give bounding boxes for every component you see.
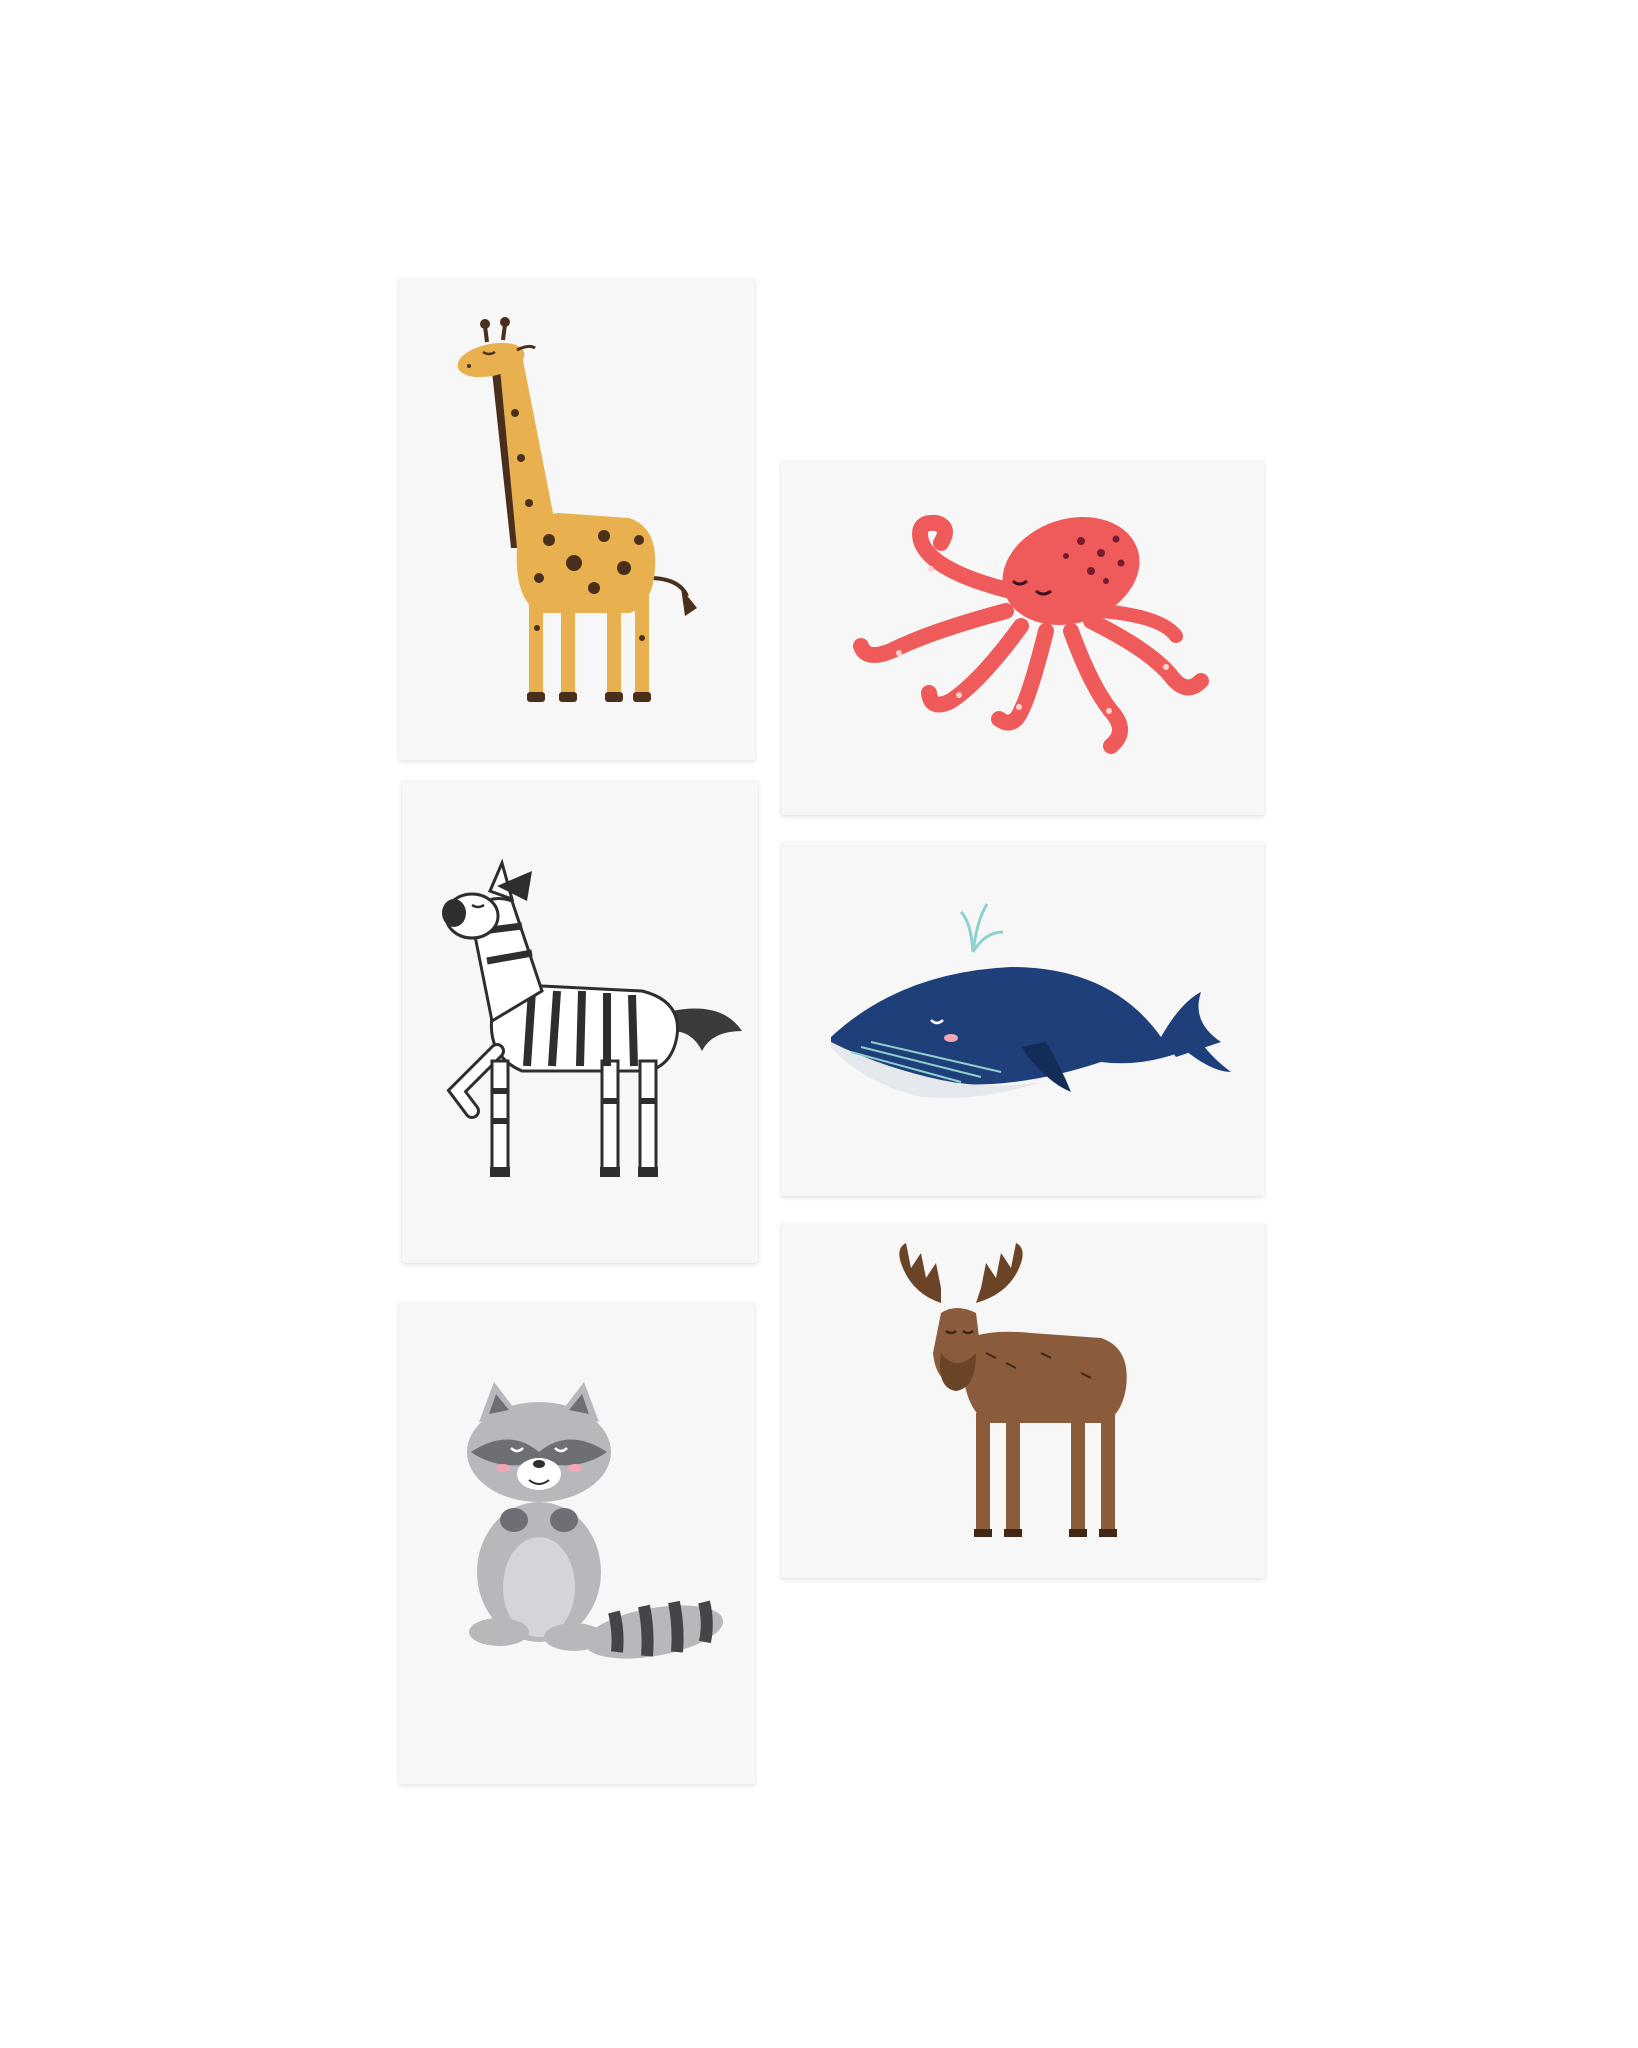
giraffe-card <box>399 278 755 760</box>
whale-illustration <box>831 903 1231 1098</box>
whale-card <box>781 842 1264 1196</box>
zebra-card <box>402 781 758 1263</box>
raccoon-card <box>399 1302 755 1784</box>
moose-illustration <box>899 1243 1127 1537</box>
octopus-card <box>781 461 1264 815</box>
zebra-illustration <box>442 858 742 1177</box>
moose-card <box>781 1223 1265 1578</box>
octopus-illustration <box>853 514 1209 754</box>
giraffe-illustration <box>457 317 697 702</box>
raccoon-illustration <box>467 1382 724 1659</box>
